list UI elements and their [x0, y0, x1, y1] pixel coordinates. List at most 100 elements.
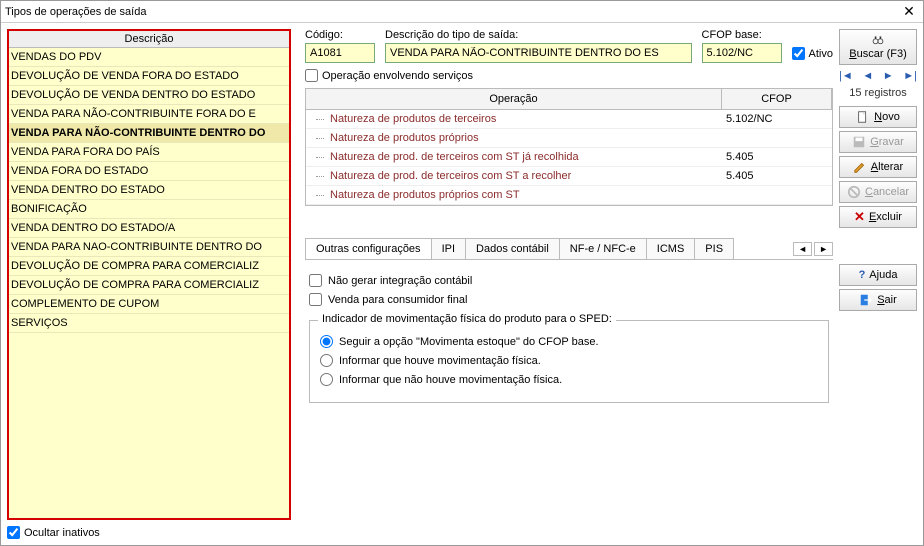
venda-consumidor-final-checkbox[interactable]: Venda para consumidor final: [309, 293, 829, 306]
sped-radio-nao-houve[interactable]: Informar que não houve movimentação físi…: [320, 373, 818, 386]
tab-ipi[interactable]: IPI: [431, 238, 466, 259]
nao-gerar-integracao-checkbox[interactable]: Não gerar integração contábil: [309, 274, 829, 287]
edit-icon: [853, 160, 867, 174]
grid-cell-cfop: 5.405: [722, 148, 832, 166]
list-item[interactable]: VENDA DENTRO DO ESTADO/A: [9, 219, 289, 238]
tab-scroll-left-icon[interactable]: ◄: [793, 242, 812, 256]
buscar-button[interactable]: Buscar (F3): [839, 29, 917, 65]
list-item[interactable]: DEVOLUÇÃO DE VENDA DENTRO DO ESTADO: [9, 86, 289, 105]
list-item[interactable]: VENDAS DO PDV: [9, 48, 289, 67]
table-row[interactable]: Natureza de produtos de terceiros5.102/N…: [306, 110, 832, 129]
ocultar-inativos-label: Ocultar inativos: [24, 527, 100, 539]
table-row[interactable]: Natureza de prod. de terceiros com ST já…: [306, 148, 832, 167]
list-header: Descrição: [9, 31, 289, 48]
cancelar-button[interactable]: Cancelar: [839, 181, 917, 203]
sped-radio-seguir-label: Seguir a opção "Movimenta estoque" do CF…: [339, 336, 599, 348]
tab-scroll-nav: ◄ ►: [793, 242, 833, 256]
save-icon: [852, 135, 866, 149]
list-item[interactable]: VENDA PARA NÃO-CONTRIBUINTE FORA DO E: [9, 105, 289, 124]
list-item[interactable]: VENDA DENTRO DO ESTADO: [9, 181, 289, 200]
new-file-icon: [856, 110, 870, 124]
cfop-field: CFOP base:: [702, 29, 782, 63]
sped-radio-seguir[interactable]: Seguir a opção "Movimenta estoque" do CF…: [320, 335, 818, 348]
grid-cell-operacao: Natureza de produtos próprios: [306, 129, 722, 147]
ocultar-inativos-checkbox[interactable]: Ocultar inativos: [7, 526, 291, 539]
table-row[interactable]: Natureza de produtos próprios: [306, 129, 832, 148]
buscar-label: Buscar (F3): [849, 48, 906, 60]
codigo-field: Código:: [305, 29, 375, 63]
sped-radio-houve-label: Informar que houve movimentação física.: [339, 355, 541, 367]
gravar-label: Gravar: [870, 136, 904, 148]
help-icon: ?: [859, 269, 866, 281]
sair-label: Sair: [877, 294, 897, 306]
sped-radio-houve[interactable]: Informar que houve movimentação física.: [320, 354, 818, 367]
venda-consumidor-final-input[interactable]: [309, 293, 322, 306]
grid-col-operacao: Operação: [306, 89, 722, 109]
grid-header: Operação CFOP: [306, 89, 832, 110]
nav-next-icon[interactable]: ►: [883, 70, 894, 82]
nao-gerar-integracao-input[interactable]: [309, 274, 322, 287]
servicos-label: Operação envolvendo serviços: [322, 70, 473, 82]
grid-cell-operacao: Natureza de produtos próprios com ST: [306, 186, 722, 204]
descricao-field: Descrição do tipo de saída:: [385, 29, 692, 63]
sped-groupbox: Indicador de movimentação física do prod…: [309, 320, 829, 403]
titlebar: Tipos de operações de saída ✕: [1, 1, 923, 23]
codigo-input[interactable]: [305, 43, 375, 63]
grid-cell-cfop: 5.405: [722, 167, 832, 185]
tab-nf-e-nfc-e[interactable]: NF-e / NFC-e: [559, 238, 647, 259]
ocultar-inativos-input[interactable]: [7, 526, 20, 539]
window: Tipos de operações de saída ✕ Descrição …: [0, 0, 924, 546]
tab-icms[interactable]: ICMS: [646, 238, 696, 259]
novo-button[interactable]: Novo: [839, 106, 917, 128]
table-row[interactable]: Natureza de prod. de terceiros com ST a …: [306, 167, 832, 186]
list-item[interactable]: COMPLEMENTO DE CUPOM: [9, 295, 289, 314]
list-item[interactable]: VENDA PARA FORA DO PAÍS: [9, 143, 289, 162]
tab-outras-configura-es[interactable]: Outras configurações: [305, 238, 432, 259]
grid-cell-operacao: Natureza de prod. de terceiros com ST já…: [306, 148, 722, 166]
alterar-button[interactable]: Alterar: [839, 156, 917, 178]
table-row[interactable]: Natureza de produtos próprios com ST: [306, 186, 832, 205]
servicos-input[interactable]: [305, 69, 318, 82]
tab-pis[interactable]: PIS: [694, 238, 734, 259]
sair-button[interactable]: Sair: [839, 289, 917, 311]
close-icon[interactable]: ✕: [899, 3, 919, 20]
ativo-label: Ativo: [809, 48, 833, 60]
sped-radio-houve-input[interactable]: [320, 354, 333, 367]
grid-cell-cfop: [722, 186, 832, 204]
list-item[interactable]: BONIFICAÇÃO: [9, 200, 289, 219]
servicos-checkbox[interactable]: Operação envolvendo serviços: [305, 69, 833, 82]
list-item[interactable]: VENDA PARA NAO-CONTRIBUINTE DENTRO DO: [9, 238, 289, 257]
tab-outras-body: Não gerar integração contábil Venda para…: [305, 266, 833, 411]
codigo-label: Código:: [305, 29, 375, 41]
binoculars-icon: [871, 34, 885, 47]
descricao-input[interactable]: [385, 43, 692, 63]
ativo-checkbox[interactable]: Ativo: [792, 47, 833, 63]
nav-first-icon[interactable]: |◄: [839, 70, 853, 82]
sped-radio-seguir-input[interactable]: [320, 335, 333, 348]
tab-dados-cont-bil[interactable]: Dados contábil: [465, 238, 560, 259]
tab-scroll-right-icon[interactable]: ►: [814, 242, 833, 256]
excluir-button[interactable]: ✕ Excluir: [839, 206, 917, 228]
ativo-input[interactable]: [792, 47, 805, 60]
list-item[interactable]: DEVOLUÇÃO DE COMPRA PARA COMERCIALIZ: [9, 257, 289, 276]
list-item[interactable]: VENDA FORA DO ESTADO: [9, 162, 289, 181]
window-title: Tipos de operações de saída: [5, 6, 899, 18]
grid-cell-cfop: [722, 129, 832, 147]
description-list: Descrição VENDAS DO PDVDEVOLUÇÃO DE VEND…: [7, 29, 291, 520]
list-item[interactable]: SERVIÇOS: [9, 314, 289, 333]
nav-prev-icon[interactable]: ◄: [862, 70, 873, 82]
gravar-button[interactable]: Gravar: [839, 131, 917, 153]
alterar-label: Alterar: [871, 161, 903, 173]
list-item[interactable]: DEVOLUÇÃO DE VENDA FORA DO ESTADO: [9, 67, 289, 86]
list-item[interactable]: VENDA PARA NÃO-CONTRIBUINTE DENTRO DO: [9, 124, 289, 143]
exit-icon: [859, 293, 873, 307]
grid-col-cfop: CFOP: [722, 89, 832, 109]
cfop-label: CFOP base:: [702, 29, 782, 41]
left-panel: Descrição VENDAS DO PDVDEVOLUÇÃO DE VEND…: [7, 29, 291, 539]
ajuda-button[interactable]: ? Ajuda: [839, 264, 917, 286]
list-item[interactable]: DEVOLUÇÃO DE COMPRA PARA COMERCIALIZ: [9, 276, 289, 295]
nav-last-icon[interactable]: ►|: [903, 70, 917, 82]
grid-cell-operacao: Natureza de prod. de terceiros com ST a …: [306, 167, 722, 185]
sped-radio-nao-houve-input[interactable]: [320, 373, 333, 386]
cfop-input[interactable]: [702, 43, 782, 63]
